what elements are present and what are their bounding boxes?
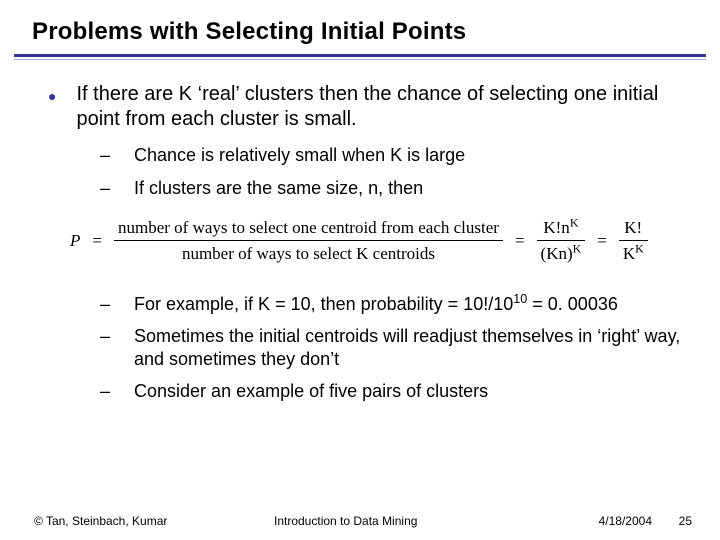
slide-body: ● If there are K ‘real’ clusters then th… xyxy=(0,60,720,403)
frac2-den: (Kn)K xyxy=(537,243,586,264)
slide-footer: © Tan, Steinbach, Kumar Introduction to … xyxy=(0,514,720,528)
fraction-3: K! KK xyxy=(619,217,648,265)
fraction-2: K!nK (Kn)K xyxy=(537,217,586,265)
sub-text-d: Sometimes the initial centroids will rea… xyxy=(134,325,696,370)
slide: Problems with Selecting Initial Points ●… xyxy=(0,0,720,540)
dash-bullet-icon: – xyxy=(100,293,110,316)
sub-text-b: If clusters are the same size, n, then xyxy=(134,177,696,200)
frac1-den: number of ways to select K centroids xyxy=(178,243,439,264)
sub-text-e: Consider an example of five pairs of clu… xyxy=(134,380,696,403)
frac2-num-exp: K xyxy=(570,215,579,229)
equals-icon: = xyxy=(597,230,607,251)
frac2-den-exp: K xyxy=(573,242,582,256)
sublist: – Chance is relatively small when K is l… xyxy=(100,144,696,199)
sub-c-exp: 10 xyxy=(513,292,527,306)
fraction-1: number of ways to select one centroid fr… xyxy=(114,217,503,265)
sub-text-a: Chance is relatively small when K is lar… xyxy=(134,144,696,167)
sub-item-b: – If clusters are the same size, n, then xyxy=(100,177,696,200)
slide-title: Problems with Selecting Initial Points xyxy=(0,0,720,46)
sub-item-e: – Consider an example of five pairs of c… xyxy=(100,380,696,403)
frac2-num: K!nK xyxy=(539,217,582,238)
frac2-num-base: K!n xyxy=(543,218,569,237)
probability-formula: P = number of ways to select one centroi… xyxy=(48,217,696,265)
equals-icon: = xyxy=(515,230,525,251)
disc-bullet-icon: ● xyxy=(48,88,56,106)
dash-bullet-icon: – xyxy=(100,144,110,167)
frac3-den-exp: K xyxy=(635,242,644,256)
lvl1-text: If there are K ‘real’ clusters then the … xyxy=(76,82,696,132)
frac3-num: K! xyxy=(620,217,646,238)
sub-item-a: – Chance is relatively small when K is l… xyxy=(100,144,696,167)
frac3-den-base: K xyxy=(623,244,635,263)
frac3-den: KK xyxy=(619,243,648,264)
sublist-2: – For example, if K = 10, then probabili… xyxy=(100,293,696,403)
footer-title: Introduction to Data Mining xyxy=(244,514,542,528)
sub-text-c: For example, if K = 10, then probability… xyxy=(134,293,696,316)
dash-bullet-icon: – xyxy=(100,380,110,403)
dash-bullet-icon: – xyxy=(100,325,110,348)
footer-copyright: © Tan, Steinbach, Kumar xyxy=(34,514,244,528)
footer-page-number: 25 xyxy=(652,514,692,528)
footer-date: 4/18/2004 xyxy=(542,514,652,528)
sub-item-d: – Sometimes the initial centroids will r… xyxy=(100,325,696,370)
dash-bullet-icon: – xyxy=(100,177,110,200)
sub-c-post: = 0. 00036 xyxy=(527,294,618,314)
frac1-num: number of ways to select one centroid fr… xyxy=(114,217,503,238)
bullet-level1: ● If there are K ‘real’ clusters then th… xyxy=(48,82,696,132)
sub-item-c: – For example, if K = 10, then probabili… xyxy=(100,293,696,316)
sub-c-pre: For example, if K = 10, then probability… xyxy=(134,294,513,314)
formula-P: P xyxy=(70,230,80,251)
equals-icon: = xyxy=(92,230,102,251)
fraction-bar-icon xyxy=(114,240,503,241)
rule-dark xyxy=(14,54,706,57)
frac2-den-base: (Kn) xyxy=(541,244,573,263)
